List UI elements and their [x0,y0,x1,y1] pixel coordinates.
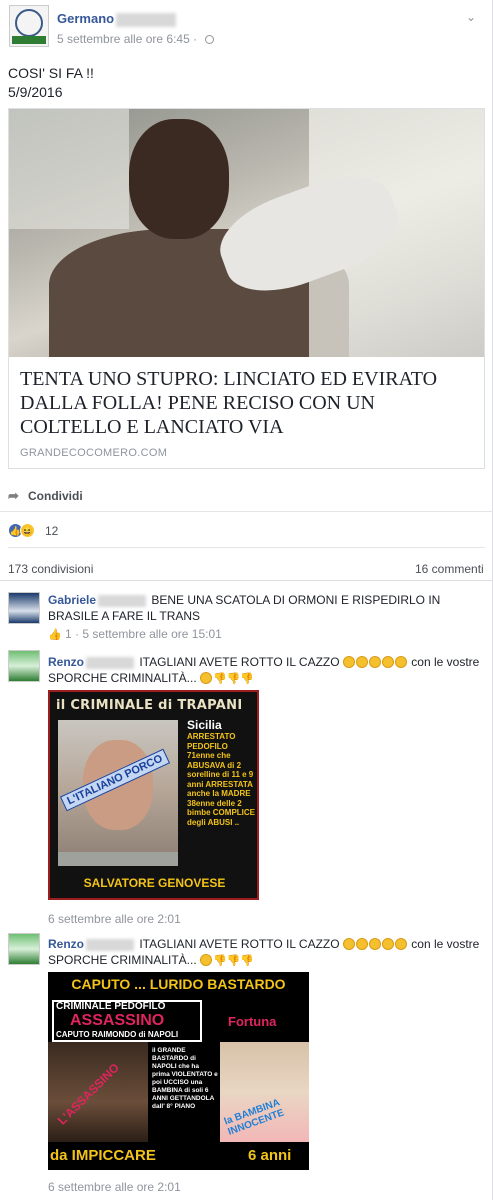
commenter-name[interactable]: Renzo [48,655,136,669]
comment-time[interactable]: · 5 settembre alle ore 15:01 [72,627,222,641]
image-description: ARRESTATO PEDOFILO 71enne che ABUSAVA di… [187,732,256,827]
post-text-line: 5/9/2016 [8,84,63,100]
redacted-surname [98,594,147,607]
divider [0,580,493,581]
emoji-icon [342,656,355,668]
commenter-first-name[interactable]: Gabriele [48,593,96,607]
emoji-icon [381,938,394,950]
post-text: COSI' SI FA !! 5/9/2016 [8,64,94,102]
image-description: il GRANDE BASTARDO di NAPOLI che ha prim… [152,1047,218,1110]
party-logo-icon [15,9,43,37]
post-timestamp[interactable]: 5 settembre alle ore 6:45 · [57,32,215,46]
shares-count[interactable]: 173 condivisioni [8,562,93,576]
mugshot-plate [58,852,178,866]
post-text-line: COSI' SI FA !! [8,65,94,81]
comment-text-end: con le vostre [411,937,480,951]
image-bottom-right: 6 anni [248,1147,292,1164]
link-title[interactable]: TENTA UNO STUPRO: LINCIATO ED EVIRATO DA… [20,367,475,439]
haha-reaction-icon[interactable]: 😆 [20,523,35,538]
image-region: Sicilia [187,718,222,732]
emoji-icon [355,656,368,668]
emoji-icon [368,656,381,668]
thumbs-up-icon: 👍 [48,629,62,641]
author-avatar[interactable] [9,5,49,47]
image-headline: CAPUTO ... LURIDO BASTARDO [71,976,286,992]
comment-body: Renzo ITAGLIANI AVETE ROTTO IL CAZZO con… [48,936,488,952]
wink-emoji-icon [200,672,213,684]
globe-icon [205,35,215,45]
image-subtitle: CRIMINALE PEDOFILO [56,1001,166,1012]
comment-text: SPORCHE CRIMINALITÀ... [48,671,197,685]
comment-text: BENE UNA SCATOLA DI ORMONI E RISPEDIRLO … [151,593,441,607]
redacted-surname [86,938,134,951]
comment-meta: 👍 1 · 5 settembre alle ore 15:01 [48,627,222,641]
image-bottom-left: da IMPICCARE [50,1147,156,1164]
redacted-surname [116,12,177,27]
commenter-avatar[interactable] [8,933,40,965]
commenter-name[interactable]: Renzo [48,937,136,951]
post-time-text[interactable]: 5 settembre alle ore 6:45 · [57,32,200,46]
emoji-icon [394,656,407,668]
commenter-first-name[interactable]: Renzo [48,937,84,951]
redacted-surname [86,656,134,669]
comment-text-line2: SPORCHE CRIMINALITÀ... 👎👎👎 [48,670,254,687]
author-name[interactable]: Germano [57,11,177,27]
thumbs-down-icon: 👎👎👎 [213,955,255,967]
commenter-avatar[interactable] [8,650,40,682]
post-card: Germano 5 settembre alle ore 6:45 · ⌄ CO… [0,0,493,1200]
commenter-first-name[interactable]: Renzo [48,655,84,669]
image-shape [9,109,129,229]
comment-text: ITAGLIANI AVETE ROTTO IL CAZZO [139,655,340,669]
wink-emoji-icon [200,954,213,966]
link-preview[interactable]: TENTA UNO STUPRO: LINCIATO ED EVIRATO DA… [8,108,485,469]
reaction-count[interactable]: 12 [45,524,58,538]
share-label: Condividi [28,489,83,503]
comment-time[interactable]: 6 settembre alle ore 2:01 [48,912,181,926]
comment-image[interactable]: il CRIMINALE di TRAPANI L'ITALIANO PORCO… [48,690,259,900]
share-button[interactable]: ➦ Condividi [8,488,83,504]
author-first-name[interactable]: Germano [57,11,114,26]
thumbs-down-icon: 👎👎👎 [213,673,255,685]
comment-like-count[interactable]: 1 [65,627,72,641]
link-domain: GRANDECOCOMERO.COM [20,447,168,459]
chevron-down-icon[interactable]: ⌄ [466,10,482,24]
commenter-name[interactable]: Gabriele [48,593,148,607]
comment-body: Renzo ITAGLIANI AVETE ROTTO IL CAZZO con… [48,654,488,670]
divider [0,511,493,512]
emoji-icon [342,938,355,950]
commenter-avatar[interactable] [8,592,40,624]
image-shape [129,119,229,239]
emoji-icon [355,938,368,950]
share-arrow-icon: ➦ [8,488,19,503]
comments-count[interactable]: 16 commenti [415,562,484,576]
emoji-icon [368,938,381,950]
comment-time[interactable]: 6 settembre alle ore 2:01 [48,1180,181,1194]
image-name: SALVATORE GENOVESE [83,876,226,890]
comment-text-end: con le vostre [411,655,480,669]
comment-body: Gabriele BENE UNA SCATOLA DI ORMONI E RI… [48,592,468,608]
victim-name: Fortuna [228,1014,277,1029]
image-title: il CRIMINALE di TRAPANI [56,698,243,713]
image-small-label: CAPUTO RAIMONDO di NAPOLI [56,1030,179,1039]
link-preview-image[interactable] [9,109,484,357]
comment-text-line2: BRASILE A FARE IL TRANS [48,609,201,623]
emoji-icon [394,938,407,950]
emoji-icon [381,656,394,668]
divider [8,547,485,548]
comment-text: ITAGLIANI AVETE ROTTO IL CAZZO [139,937,340,951]
comment-image[interactable]: CAPUTO ... LURIDO BASTARDO CRIMINALE PED… [48,972,309,1170]
comment-text-line2: SPORCHE CRIMINALITÀ... 👎👎👎 [48,952,254,969]
comment-text: SPORCHE CRIMINALITÀ... [48,953,197,967]
logo-stripe [12,36,46,44]
image-big-label: ASSASSINO [70,1012,165,1029]
